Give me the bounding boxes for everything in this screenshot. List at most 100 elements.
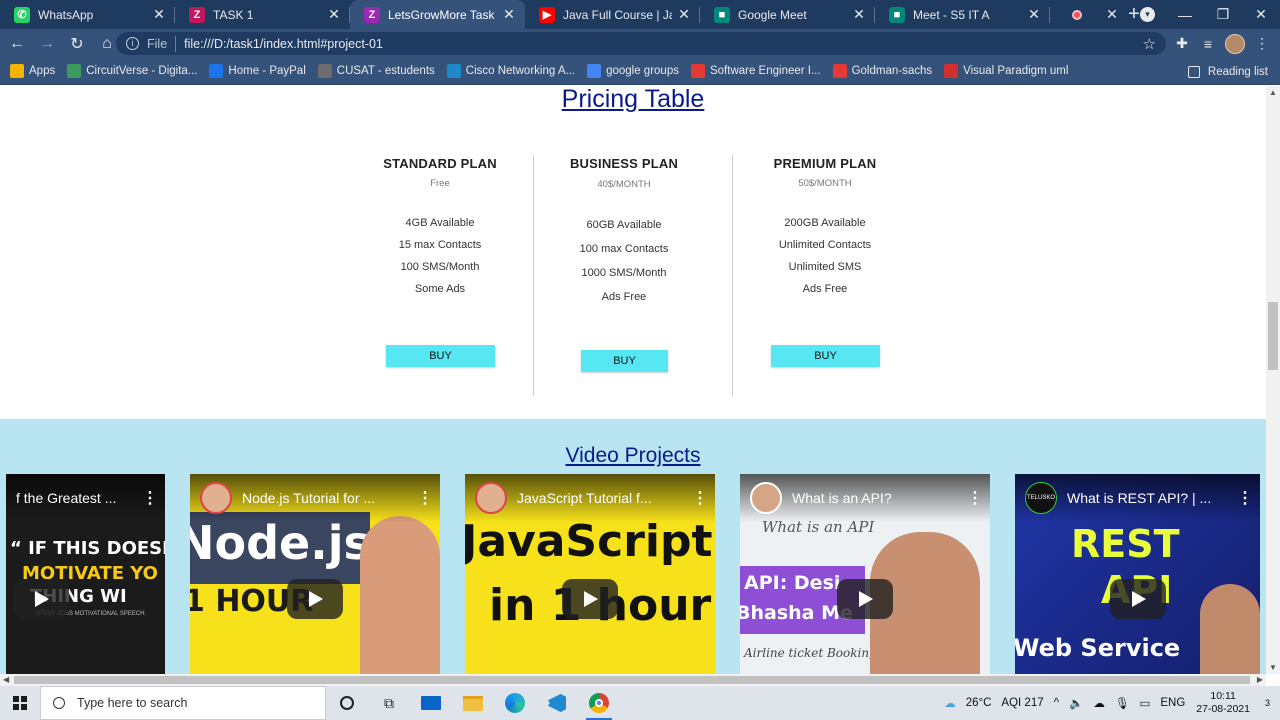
mail-app[interactable]	[410, 686, 452, 720]
bookmark-item[interactable]: Home - PayPal	[209, 64, 306, 78]
vertical-scrollbar[interactable]: ▲ ▼	[1266, 86, 1280, 674]
bookmark-item[interactable]: Goldman-sachs	[832, 64, 932, 78]
forward-button[interactable]: →	[34, 31, 60, 57]
browser-tab[interactable]: Z TASK 1 ✕	[175, 0, 350, 29]
microphone-icon[interactable]: 🎙	[1115, 696, 1130, 710]
scrollbar-thumb[interactable]	[14, 676, 1250, 684]
taskbar-search[interactable]: Type here to search	[40, 686, 326, 720]
buy-button-business[interactable]: BUY	[581, 350, 668, 372]
video-embed[interactable]: What is an API API: Desi Bhasha Me Airli…	[740, 474, 990, 674]
weather-icon[interactable]: ☁	[944, 696, 956, 710]
play-button[interactable]	[1109, 579, 1166, 619]
close-icon[interactable]: ✕	[851, 6, 867, 23]
close-window-button[interactable]: ✕	[1242, 0, 1280, 29]
clock[interactable]: 10:11 27-08-2021	[1196, 690, 1250, 716]
cortana-button[interactable]	[326, 686, 368, 720]
close-icon[interactable]: ✕	[151, 6, 167, 23]
notification-icon[interactable]: 3	[1265, 697, 1270, 709]
recording-tab-close[interactable]: ✕	[1100, 0, 1120, 29]
maximize-button[interactable]: ❐	[1204, 0, 1242, 29]
play-button[interactable]	[837, 579, 893, 619]
browser-tab[interactable]: ■ Google Meet ✕	[700, 0, 875, 29]
more-vert-icon[interactable]: ⋮	[410, 488, 440, 508]
channel-avatar[interactable]	[475, 482, 507, 514]
play-button[interactable]	[287, 579, 343, 619]
chrome-app[interactable]	[578, 686, 620, 720]
tab-search-button[interactable]: ▾	[1140, 7, 1155, 22]
minimize-button[interactable]: —	[1166, 0, 1204, 29]
channel-avatar[interactable]	[200, 482, 232, 514]
extensions-button[interactable]: ✚	[1169, 29, 1195, 58]
scroll-up-icon[interactable]: ▲	[1269, 88, 1277, 97]
address-bar[interactable]: i File file:///D:/task1/index.html#proje…	[116, 32, 1166, 55]
bookmark-item[interactable]: CUSAT - estudents	[317, 64, 435, 78]
bookmark-item[interactable]: CircuitVerse - Digita...	[67, 64, 197, 78]
system-tray: ☁ 26°C AQI 217 ^ 🔈 ☁ 🎙 ▭ ENG 10:11 27-08…	[939, 686, 1280, 720]
more-vert-icon[interactable]: ⋮	[1230, 488, 1260, 508]
chevron-up-icon[interactable]: ^	[1054, 697, 1059, 709]
chrome-icon	[589, 693, 609, 713]
edge-app[interactable]	[494, 686, 536, 720]
video-projects-title[interactable]: Video Projects	[0, 444, 1266, 468]
video-embed[interactable]: Node.js 1 HOUR Node.js Tutorial for ... …	[190, 474, 440, 674]
close-icon[interactable]: ✕	[326, 6, 342, 23]
browser-tab[interactable]: ✆ WhatsApp ✕	[0, 0, 175, 29]
close-icon[interactable]: ✕	[501, 6, 517, 23]
bookmark-item[interactable]: Apps	[10, 64, 55, 78]
bookmark-list: Apps CircuitVerse - Digita... Home - PayPa…	[10, 64, 1080, 78]
reload-button[interactable]: ↻	[64, 31, 90, 57]
close-icon[interactable]: ✕	[676, 6, 692, 23]
channel-avatar[interactable]	[750, 482, 782, 514]
browser-tab[interactable]: ■ Meet - S5 IT A ✕	[875, 0, 1050, 29]
reading-list-button[interactable]: Reading list	[1187, 58, 1268, 85]
bookmark-item[interactable]: Visual Paradigm uml	[944, 64, 1068, 78]
pricing-title[interactable]: Pricing Table	[0, 86, 1266, 112]
onedrive-icon[interactable]: ☁	[1093, 696, 1105, 710]
video-title[interactable]: What is an API?	[792, 490, 960, 506]
scroll-left-icon[interactable]: ◀	[3, 675, 9, 684]
video-title[interactable]: Node.js Tutorial for ...	[242, 490, 410, 506]
video-title[interactable]: f the Greatest ...	[16, 490, 135, 506]
browser-tab[interactable]: Z LetsGrowMore Task 1(Web D ✕	[350, 0, 525, 29]
bookmark-item[interactable]: Cisco Networking A...	[446, 64, 575, 78]
video-embed[interactable]: “ IF THIS DOESN MOTIVATE YO THING WI STE…	[6, 474, 165, 674]
address-url[interactable]: file:///D:/task1/index.html#project-01	[184, 37, 383, 51]
media-button[interactable]: ≡	[1195, 29, 1221, 58]
battery-icon[interactable]: ▭	[1139, 696, 1150, 710]
file-explorer-app[interactable]	[452, 686, 494, 720]
video-embed[interactable]: JavaScript in 1 hour JavaScript Tutorial…	[465, 474, 715, 674]
more-vert-icon[interactable]: ⋮	[685, 488, 715, 508]
bookmark-star-icon[interactable]: ☆	[1143, 35, 1156, 53]
horizontal-scrollbar[interactable]: ◀ ▶	[0, 674, 1266, 686]
video-title[interactable]: JavaScript Tutorial f...	[517, 490, 685, 506]
bookmark-item[interactable]: google groups	[587, 64, 679, 78]
minimize-icon: —	[1178, 6, 1192, 23]
buy-button-standard[interactable]: BUY	[386, 345, 495, 367]
scrollbar-thumb[interactable]	[1268, 302, 1278, 370]
scroll-right-icon[interactable]: ▶	[1257, 675, 1263, 684]
task-view-button[interactable]: ⧉	[368, 686, 410, 720]
vscode-app[interactable]	[536, 686, 578, 720]
browser-tab[interactable]: ▶ Java Full Course | Java Tutor ✕	[525, 0, 700, 29]
close-icon[interactable]: ✕	[1026, 6, 1042, 23]
channel-avatar[interactable]: TELUSKO	[1025, 482, 1057, 514]
scroll-down-icon[interactable]: ▼	[1269, 663, 1277, 672]
profile-button[interactable]	[1222, 29, 1248, 58]
more-vert-icon[interactable]: ⋮	[135, 488, 165, 508]
language-indicator[interactable]: ENG	[1160, 697, 1185, 709]
back-button[interactable]: ←	[4, 31, 30, 57]
speaker-icon[interactable]: 🔈	[1069, 696, 1083, 710]
recording-tab[interactable]	[1050, 0, 1100, 29]
buy-button-premium[interactable]: BUY	[771, 345, 880, 367]
info-icon[interactable]: i	[126, 37, 139, 50]
weather-temp[interactable]: 26°C	[966, 697, 992, 709]
video-title[interactable]: What is REST API? | ...	[1067, 490, 1230, 506]
air-quality[interactable]: AQI 217	[1001, 697, 1043, 709]
play-button[interactable]	[13, 579, 69, 619]
more-vert-icon[interactable]: ⋮	[960, 488, 990, 508]
browser-menu-button[interactable]: ⋮	[1249, 29, 1275, 58]
play-button[interactable]	[562, 579, 618, 619]
video-embed[interactable]: REST API Web Service TELUSKO What is RES…	[1015, 474, 1260, 674]
bookmark-item[interactable]: Software Engineer I...	[690, 64, 821, 78]
start-button[interactable]	[0, 686, 40, 720]
